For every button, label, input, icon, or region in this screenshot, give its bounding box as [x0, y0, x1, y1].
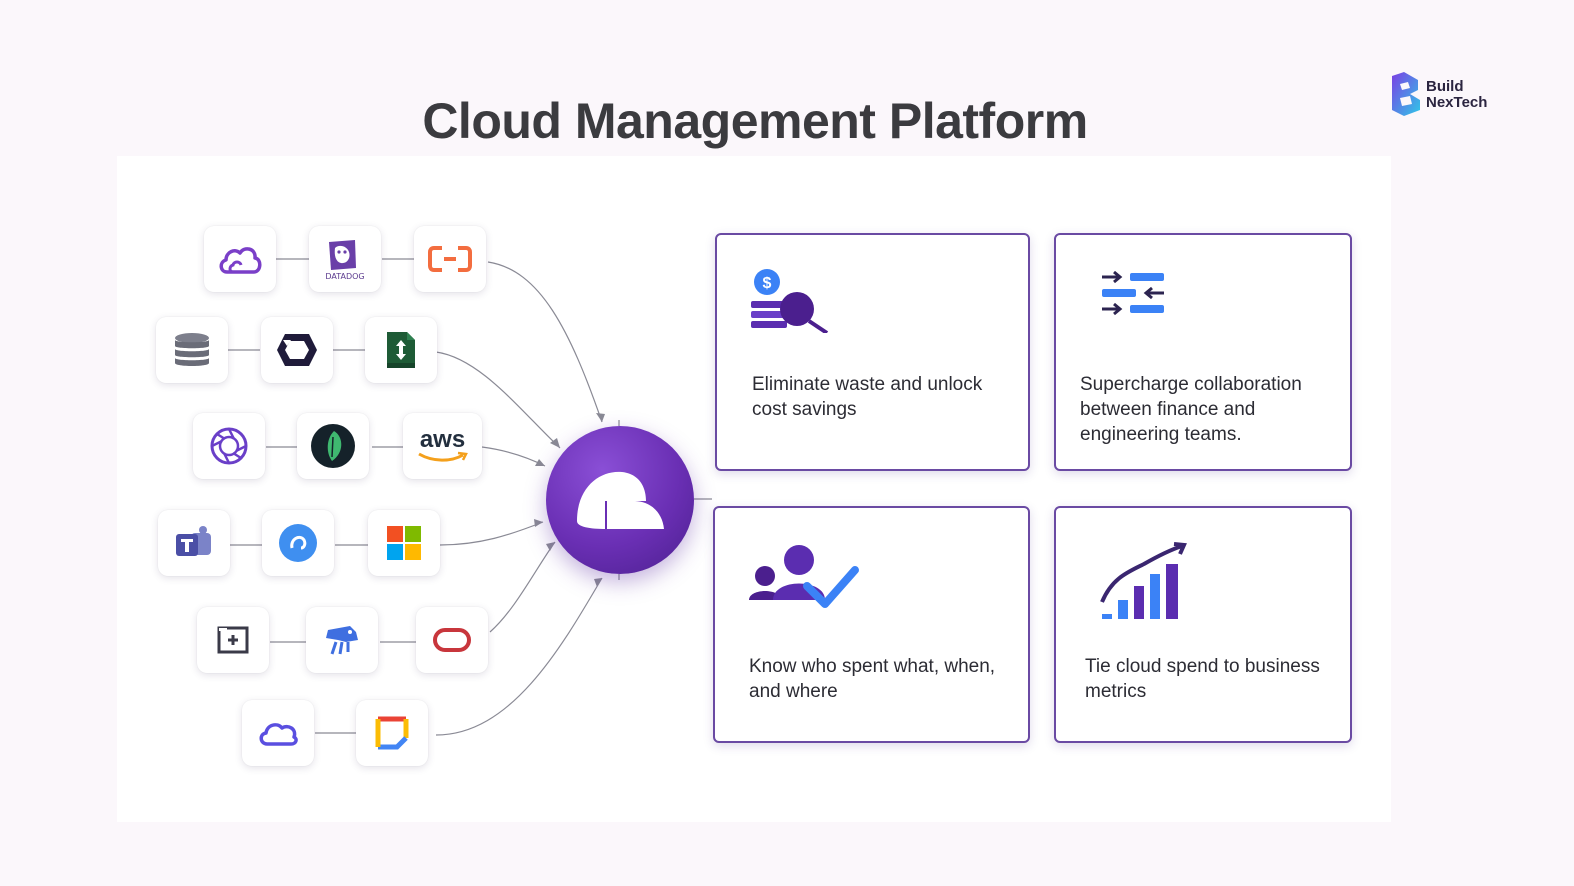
- integration-tile-datadog[interactable]: DATADOG: [309, 226, 381, 292]
- blue-circle-icon: [279, 524, 317, 562]
- hexagon-logo-icon: [277, 334, 317, 366]
- card-text-accountability: Know who spent what, when, and where: [749, 656, 996, 702]
- integration-tile-cloud[interactable]: [204, 226, 276, 292]
- flow-curve-3: [481, 446, 546, 467]
- card-text-business-metrics: Tie cloud spend to business metrics: [1085, 656, 1320, 702]
- cost-savings-icon: $: [751, 269, 829, 333]
- integration-tile-oracle[interactable]: [416, 607, 488, 673]
- flow-curve-1: [487, 261, 603, 423]
- spreadsheet-icon: [387, 332, 415, 368]
- benefit-card-collaboration: Supercharge collaboration between financ…: [1054, 233, 1352, 471]
- benefit-card-cost-savings: $ Eliminate waste and unlock cost saving…: [715, 233, 1030, 471]
- integration-tile-database[interactable]: [156, 317, 228, 383]
- outline-cloud-icon: [259, 723, 298, 746]
- flow-curve-4: [439, 521, 544, 546]
- integration-tile-hexagon[interactable]: [261, 317, 333, 383]
- alibaba-cloud-icon: [428, 246, 472, 272]
- screen-icon: [217, 626, 249, 654]
- integration-tile-alibaba[interactable]: [414, 226, 486, 292]
- benefit-card-accountability: Know who spent what, when, and where: [713, 506, 1030, 743]
- integration-tile-aperture[interactable]: [193, 413, 265, 479]
- integration-tile-microsoft[interactable]: [368, 510, 440, 576]
- leaf-icon: [311, 424, 355, 468]
- cloud-icon: [219, 247, 262, 274]
- database-icon: [175, 333, 209, 366]
- integration-tile-blue-circle[interactable]: [262, 510, 334, 576]
- platform-hub[interactable]: [546, 426, 694, 574]
- integration-tile-aws[interactable]: aws: [403, 413, 482, 479]
- integration-tile-screen[interactable]: [197, 607, 269, 673]
- card-text-collaboration: Supercharge collaboration between financ…: [1080, 374, 1302, 445]
- drone-icon: [326, 626, 358, 655]
- users-check-icon: [749, 545, 859, 608]
- benefit-card-business-metrics: Tie cloud spend to business metrics: [1054, 506, 1352, 743]
- collaboration-icon: [1102, 271, 1164, 316]
- platform-hub-icon: [577, 471, 664, 529]
- integration-tile-spreadsheet[interactable]: [365, 317, 437, 383]
- svg-text:$: $: [763, 275, 772, 292]
- integration-tile-teams[interactable]: [158, 510, 230, 576]
- integration-tile-outline-cloud[interactable]: [242, 700, 314, 766]
- datadog-icon: [329, 239, 357, 270]
- microsoft-icon: [387, 526, 421, 560]
- aperture-icon: [210, 427, 248, 465]
- datadog-label: DATADOG: [325, 271, 365, 281]
- integration-tile-leaf[interactable]: [297, 413, 369, 479]
- google-square-icon: [375, 716, 409, 750]
- aws-label: aws: [419, 426, 466, 453]
- oracle-icon: [433, 628, 471, 652]
- integration-tile-drone[interactable]: [306, 607, 378, 673]
- card-text-cost-savings: Eliminate waste and unlock cost savings: [752, 374, 983, 420]
- growth-chart-icon: [1100, 542, 1187, 619]
- teams-icon: [176, 526, 211, 556]
- integration-tile-google-square[interactable]: [356, 700, 428, 766]
